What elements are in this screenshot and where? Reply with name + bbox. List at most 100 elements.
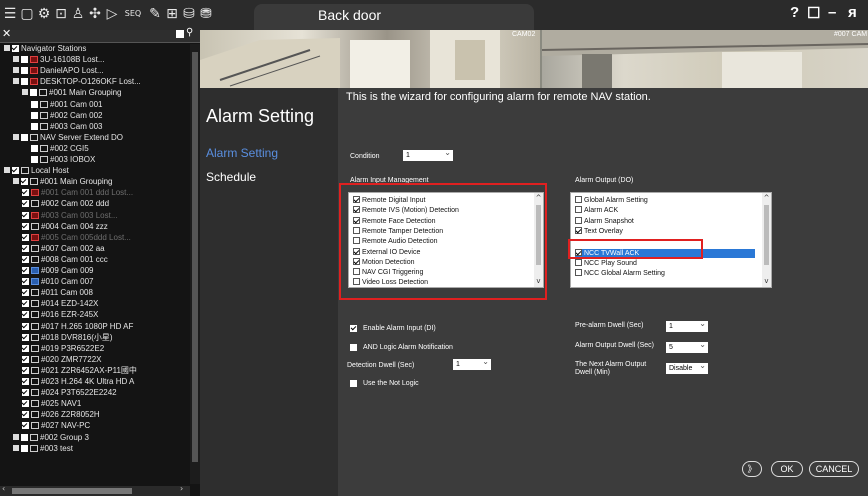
expand-icon[interactable]	[13, 133, 19, 140]
alarm-output-item[interactable]: NCC Play Sound	[575, 258, 755, 268]
tree-row[interactable]: 3U-16108B Lost...	[13, 55, 104, 65]
tree-checkbox[interactable]	[31, 111, 38, 119]
nav-alarm-setting[interactable]: Alarm Setting	[206, 146, 278, 160]
menu-icon[interactable]: ☰	[3, 5, 17, 23]
cancel-button[interactable]: CANCEL	[809, 461, 859, 477]
tree-checkbox[interactable]	[22, 200, 29, 208]
tree-row[interactable]: #003 IOBOX	[31, 155, 95, 165]
alarm-output-item[interactable]: NCC Global Alarm Setting	[575, 269, 755, 278]
expand-icon[interactable]	[13, 433, 19, 440]
alarm-output-item[interactable]: Alarm Snapshot	[575, 216, 755, 226]
tree-checkbox[interactable]	[22, 344, 29, 352]
tree-row[interactable]: Navigator Stations	[4, 44, 86, 54]
layout-icon[interactable]: ⊞	[165, 5, 179, 23]
tree-row[interactable]: #016 EZR-245X	[22, 310, 98, 320]
tree-checkbox[interactable]	[21, 433, 28, 441]
alarm-output-item[interactable]: Global Alarm Setting	[575, 196, 755, 205]
alarm-output-scrollbar[interactable]: ^ v	[762, 193, 771, 287]
tree-checkbox[interactable]	[22, 378, 29, 385]
nav-schedule[interactable]: Schedule	[206, 170, 256, 184]
tree-row[interactable]: #001 Main Grouping	[13, 177, 113, 187]
tree-row[interactable]: #004 Cam 004 zzz	[22, 222, 108, 232]
next-button[interactable]: 》	[742, 461, 762, 477]
expand-icon[interactable]	[13, 444, 19, 451]
tree-checkbox[interactable]	[21, 67, 28, 75]
alarm-output-item-checkbox[interactable]	[575, 226, 582, 234]
tree-horizontal-scrollbar[interactable]: ‹ ›	[0, 484, 190, 496]
playback-icon[interactable]: ⊡	[54, 5, 68, 23]
expand-icon[interactable]	[13, 78, 19, 85]
camera-view-left[interactable]	[200, 30, 540, 88]
restore-icon[interactable]: ☐	[807, 4, 820, 22]
tree-checkbox[interactable]	[21, 133, 28, 141]
expand-icon[interactable]	[13, 56, 19, 63]
tree-checkbox[interactable]	[22, 422, 29, 430]
tree-row[interactable]: #025 NAV1	[22, 399, 81, 409]
database-icon[interactable]: ⛃	[199, 5, 213, 23]
tree-row[interactable]: #021 Z2R6452AX-P11國中	[22, 366, 137, 376]
tree-vertical-scrollbar[interactable]	[190, 44, 200, 484]
tree-row[interactable]: #018 DVR816(小星)	[22, 333, 113, 343]
tree-checkbox[interactable]	[22, 389, 29, 397]
help-icon[interactable]: ?	[790, 4, 799, 21]
tree-checkbox[interactable]	[21, 78, 28, 86]
search-icon[interactable]: ⚲	[186, 27, 193, 38]
tree-search-input[interactable]: ✕ ⚲	[0, 27, 200, 43]
tree-row[interactable]: #001 Main Grouping	[22, 88, 122, 98]
expand-icon[interactable]	[13, 67, 19, 74]
tree-checkbox[interactable]	[22, 211, 29, 219]
tree-checkbox[interactable]	[31, 144, 38, 152]
tree-checkbox[interactable]	[12, 167, 19, 175]
tree-row[interactable]: #011 Cam 008	[22, 288, 93, 298]
tree-row[interactable]: #001 Cam 001	[31, 100, 102, 110]
tree-checkbox[interactable]	[22, 233, 29, 241]
tree-checkbox[interactable]	[22, 289, 29, 297]
person-icon[interactable]: ♙	[71, 5, 85, 23]
tree-row[interactable]: #024 P3T6522E2242	[22, 388, 117, 398]
expand-icon[interactable]	[13, 178, 19, 185]
clear-icon[interactable]: ✕	[2, 27, 11, 40]
sequence-icon[interactable]: SEQ	[122, 5, 144, 23]
tree-checkbox[interactable]	[31, 100, 38, 108]
tree-checkbox[interactable]	[22, 300, 29, 308]
tree-checkbox[interactable]	[12, 45, 19, 52]
tree-checkbox[interactable]	[22, 400, 29, 408]
tree-row[interactable]: #010 Cam 007	[22, 277, 93, 287]
tree-row[interactable]: #014 EZD-142X	[22, 299, 98, 309]
tree-checkbox[interactable]	[22, 222, 29, 230]
tree-check-icon[interactable]	[176, 30, 184, 38]
alarm-output-item-checkbox[interactable]	[575, 206, 582, 214]
tree-checkbox[interactable]	[22, 267, 29, 274]
tree-checkbox[interactable]	[21, 444, 28, 452]
ok-button[interactable]: OK	[771, 461, 803, 477]
tree-row[interactable]: #002 Cam 002 ddd	[22, 199, 109, 209]
pre-alarm-select[interactable]: 1	[666, 318, 708, 332]
tree-row[interactable]: DanielAPO Lost...	[13, 66, 104, 76]
tree-row[interactable]: #027 NAV-PC	[22, 421, 90, 431]
tree-checkbox[interactable]	[22, 355, 29, 363]
tree-row[interactable]: #007 Cam 002 aa	[22, 244, 105, 254]
monitor-icon[interactable]: ▢	[20, 5, 34, 23]
close-icon[interactable]: ᴙ	[848, 4, 857, 21]
tree-row[interactable]: #020 ZMR7722X	[22, 355, 101, 365]
detection-dwell-select[interactable]: 1	[453, 356, 491, 370]
tree-row[interactable]: #002 Group 3	[13, 433, 89, 443]
edit-icon[interactable]: ✎	[148, 5, 162, 23]
tree-checkbox[interactable]	[22, 333, 29, 341]
minimize-icon[interactable]: –	[828, 4, 836, 21]
alarm-output-item-checkbox[interactable]	[575, 258, 582, 266]
tree-row[interactable]: Local Host	[4, 166, 69, 176]
tree-checkbox[interactable]	[22, 366, 29, 374]
output-dwell-select[interactable]: 5	[666, 339, 708, 353]
tree-checkbox[interactable]	[22, 278, 29, 286]
settings-icon[interactable]: ⚙	[37, 5, 51, 23]
tree-checkbox[interactable]	[31, 122, 38, 130]
next-output-select[interactable]: Disable	[666, 360, 708, 374]
tree-row[interactable]: #009 Cam 009	[22, 266, 93, 276]
tree-row[interactable]: #003 Cam 003 Lost...	[22, 211, 118, 221]
alarm-output-item-checkbox[interactable]	[575, 216, 582, 224]
expand-icon[interactable]	[4, 45, 10, 51]
tree-checkbox[interactable]	[22, 244, 29, 252]
tree-checkbox[interactable]	[31, 156, 38, 163]
tree-checkbox[interactable]	[22, 322, 29, 330]
